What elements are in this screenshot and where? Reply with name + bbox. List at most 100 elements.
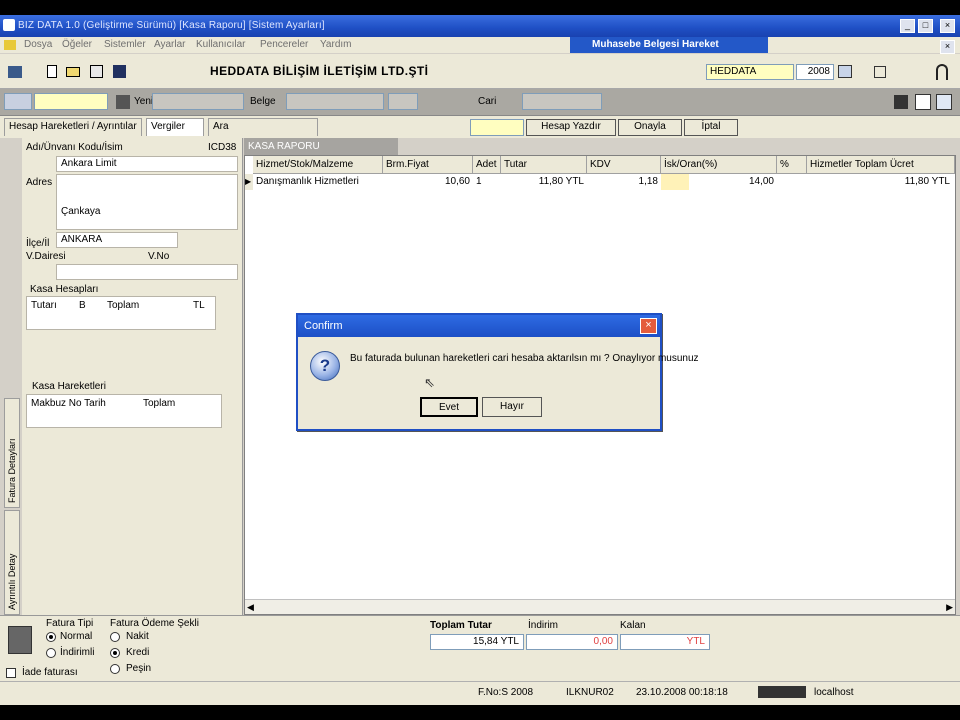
- dialog-message: Bu faturada bulunan hareketleri cari hes…: [350, 353, 699, 364]
- dialog-close-icon[interactable]: ×: [640, 318, 657, 334]
- total-value-field[interactable]: 15,84 YTL: [430, 634, 524, 650]
- name-value: Ankara Limit: [61, 158, 117, 169]
- payment-cash-radio[interactable]: [110, 632, 120, 642]
- minimize-icon[interactable]: _: [900, 19, 915, 33]
- scroll-left-icon[interactable]: ◀: [247, 602, 254, 613]
- print-account-button[interactable]: Hesap Yazdır: [526, 119, 616, 136]
- tax-field[interactable]: [56, 264, 238, 280]
- payment-advance-label: Peşin: [126, 663, 152, 674]
- filter-field-3[interactable]: [388, 93, 418, 110]
- vtab-invoice-details-label: Fatura Detayları: [7, 438, 17, 503]
- left-panel: Adı/Ünvanı Kodu/İsim ICD38 Adres Ankara …: [22, 138, 243, 618]
- menu-items[interactable]: Öğeler: [62, 39, 92, 50]
- year-field[interactable]: 2008: [796, 64, 834, 80]
- cell-rate[interactable]: 14,00: [689, 174, 777, 190]
- cash-movements-title: Kasa Hareketleri: [32, 381, 106, 392]
- grid-header-rate[interactable]: İsk/Oran(%): [661, 156, 777, 174]
- vtab-detailed[interactable]: Ayrıntılı Detay: [4, 510, 20, 615]
- tab-details[interactable]: Hesap Hareketleri / Ayrıntılar: [4, 118, 142, 136]
- grid-header-qty[interactable]: Adet: [473, 156, 501, 174]
- child-window-title-text: Muhasebe Belgesi Hareket: [592, 39, 719, 50]
- grid-header-amount[interactable]: Tutar: [501, 156, 587, 174]
- status-user: ILKNUR02: [566, 687, 614, 698]
- filter-field-1[interactable]: [152, 93, 244, 110]
- cash-accounts-title: Kasa Hesapları: [30, 284, 99, 295]
- cash-movements-table: Makbuz No Tarih Toplam: [26, 394, 222, 428]
- cancel-button[interactable]: İptal: [684, 119, 738, 136]
- grid-header-item[interactable]: Hizmet/Stok/Malzeme: [253, 156, 383, 174]
- grid-header-pct[interactable]: %: [777, 156, 807, 174]
- toolbar-main: HEDDATA BİLİŞİM İLETİŞİM LTD.ŞTİ HEDDATA…: [0, 54, 960, 89]
- status-progress: [758, 686, 806, 698]
- payment-advance-radio[interactable]: [110, 664, 120, 674]
- app-icon: [3, 19, 15, 31]
- approve-button[interactable]: Onayla: [618, 119, 682, 136]
- cell-price[interactable]: 10,60: [383, 174, 473, 190]
- invoice-type-discount-radio[interactable]: [46, 648, 56, 658]
- maximize-icon[interactable]: □: [918, 19, 933, 33]
- filter-field-2[interactable]: [286, 93, 384, 110]
- cell-qty[interactable]: 1: [473, 174, 501, 190]
- menu-help[interactable]: Yardım: [320, 39, 352, 50]
- col-b: B: [79, 300, 86, 311]
- dialog-no-button[interactable]: Hayır: [482, 397, 542, 417]
- cell-pct-highlight[interactable]: [661, 174, 689, 190]
- edit-icon[interactable]: [116, 95, 130, 109]
- filter-field-4[interactable]: [522, 93, 602, 110]
- filter-code-field[interactable]: [34, 93, 108, 110]
- dialog-yes-button[interactable]: Evet: [420, 397, 478, 417]
- company-title: HEDDATA BİLİŞİM İLETİŞİM LTD.ŞTİ: [210, 64, 429, 78]
- calculator-icon[interactable]: [874, 66, 886, 78]
- right-input-field[interactable]: [470, 119, 524, 136]
- return-invoice-checkbox[interactable]: [6, 668, 16, 678]
- city-field[interactable]: ANKARA: [56, 232, 178, 248]
- child-close-icon[interactable]: ×: [940, 40, 955, 54]
- cell-item[interactable]: Danışmanlık Hizmetleri: [253, 174, 383, 190]
- new-icon[interactable]: [47, 65, 57, 78]
- menu-systems[interactable]: Sistemler: [104, 39, 146, 50]
- invoice-type-normal-radio[interactable]: [46, 632, 56, 642]
- vtab-detailed-label: Ayrıntılı Detay: [7, 553, 17, 610]
- cell-pct[interactable]: [777, 174, 807, 190]
- menu-settings[interactable]: Ayarlar: [154, 39, 186, 50]
- app-logo-icon: [4, 40, 16, 50]
- exit-icon[interactable]: [936, 64, 948, 80]
- invoice-type-title: Fatura Tipi: [46, 618, 94, 629]
- vtab-invoice-details[interactable]: Fatura Detayları: [4, 398, 20, 508]
- tab-search[interactable]: Ara: [208, 118, 318, 136]
- scroll-right-icon[interactable]: ▶: [946, 602, 953, 613]
- save-icon[interactable]: [113, 65, 126, 78]
- filter-prefix-field[interactable]: [4, 93, 32, 110]
- company-code-field[interactable]: HEDDATA: [706, 64, 794, 80]
- form-view-icon[interactable]: [915, 94, 931, 110]
- menu-windows[interactable]: Pencereler: [260, 39, 308, 50]
- status-version: F.No:S 2008: [478, 687, 534, 698]
- open-icon[interactable]: [66, 67, 80, 77]
- address-field[interactable]: Çankaya: [56, 174, 238, 230]
- menu-users[interactable]: Kullanıcılar: [196, 39, 245, 50]
- close-icon[interactable]: ×: [940, 19, 955, 33]
- remaining-value-field[interactable]: YTL: [620, 634, 710, 650]
- discount-value-field[interactable]: 0,00: [526, 634, 618, 650]
- name-field[interactable]: Ankara Limit: [56, 156, 238, 172]
- tab-taxes[interactable]: Vergiler: [146, 118, 204, 136]
- home-icon[interactable]: [8, 66, 22, 78]
- grid-title-text: KASA RAPORU: [248, 141, 320, 152]
- payment-credit-radio[interactable]: [110, 648, 120, 658]
- grid-view-icon[interactable]: [936, 94, 952, 110]
- print-preview-icon[interactable]: [90, 65, 103, 78]
- grid-header-price[interactable]: Brm.Fiyat: [383, 156, 473, 174]
- cell-amount[interactable]: 11,80 YTL: [501, 174, 587, 190]
- cell-total[interactable]: 11,80 YTL: [807, 174, 953, 190]
- col-amount: Tutarı: [31, 300, 57, 311]
- options-icon[interactable]: [894, 95, 908, 109]
- horizontal-scrollbar[interactable]: ◀ ▶: [245, 599, 955, 614]
- title-bar: BIZ DATA 1.0 (Geliştirme Sürümü) [Kasa R…: [0, 15, 960, 37]
- menu-file[interactable]: Dosya: [24, 39, 52, 50]
- calculator-big-icon[interactable]: [8, 626, 32, 654]
- address-value: Çankaya: [61, 206, 101, 217]
- grid-header-kdv[interactable]: KDV: [587, 156, 661, 174]
- cell-kdv[interactable]: 1,18: [587, 174, 661, 190]
- calendar-icon[interactable]: [838, 65, 852, 78]
- grid-header-total[interactable]: Hizmetler Toplam Ücret: [807, 156, 955, 174]
